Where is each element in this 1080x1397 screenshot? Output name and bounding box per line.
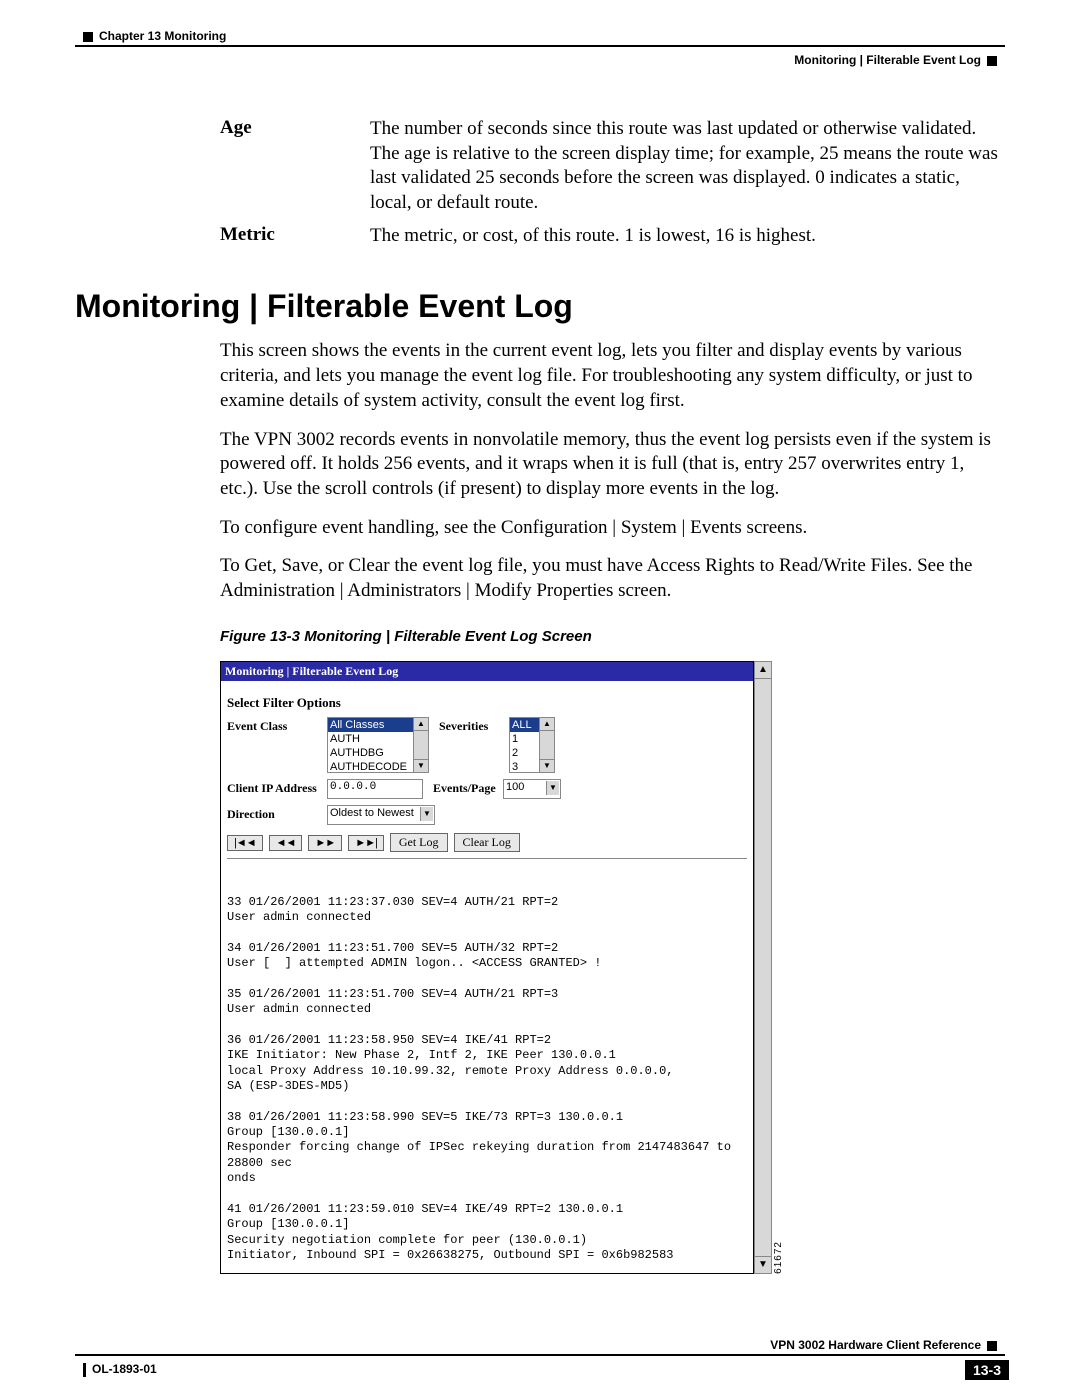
para-2: The VPN 3002 records events in nonvolati… (220, 428, 1005, 502)
label-severities: Severities (439, 717, 509, 734)
para-4: To Get, Save, or Clear the event log fil… (220, 554, 1005, 603)
footer-ol: OL-1893-01 (83, 1362, 157, 1377)
event-class-listbox[interactable]: All Classes AUTH AUTHDBG AUTHDECODE ▲▼ (327, 717, 429, 773)
page-number: 13-3 (965, 1360, 1009, 1380)
figure-caption: Figure 13-3 Monitoring | Filterable Even… (220, 628, 1005, 645)
desc-metric: The metric, or cost, of this route. 1 is… (370, 224, 1005, 249)
header-chapter: Chapter 13 Monitoring (83, 29, 226, 43)
para-3: To configure event handling, see the Con… (220, 516, 1005, 541)
desc-age: The number of seconds since this route w… (370, 117, 1005, 216)
last-page-button[interactable]: ►►| (348, 835, 384, 851)
events-page-select[interactable]: 100 (503, 779, 561, 799)
footer-doc-title: VPN 3002 Hardware Client Reference (770, 1338, 997, 1352)
event-log-output: 33 01/26/2001 11:23:37.030 SEV=4 AUTH/21… (227, 895, 747, 1264)
para-1: This screen shows the events in the curr… (220, 339, 1005, 413)
clear-log-button[interactable]: Clear Log (454, 833, 520, 852)
first-page-button[interactable]: |◄◄ (227, 835, 263, 851)
header-breadcrumb: Monitoring | Filterable Event Log (794, 53, 997, 67)
label-direction: Direction (227, 805, 327, 822)
filter-heading: Select Filter Options (227, 695, 747, 711)
label-client-ip: Client IP Address (227, 779, 327, 796)
screenshot-scrollbar[interactable]: ▲ ▼ (754, 661, 772, 1275)
label-events-page: Events/Page (433, 779, 503, 796)
term-metric: Metric (220, 224, 370, 249)
severities-listbox[interactable]: ALL 1 2 3 ▲▼ (509, 717, 555, 773)
get-log-button[interactable]: Get Log (390, 833, 448, 852)
scroll-down-icon[interactable]: ▼ (755, 1256, 771, 1273)
direction-select[interactable]: Oldest to Newest (327, 805, 435, 825)
label-event-class: Event Class (227, 717, 327, 734)
scroll-up-icon[interactable]: ▲ (755, 662, 771, 679)
next-page-button[interactable]: ►► (308, 835, 342, 851)
prev-page-button[interactable]: ◄◄ (269, 835, 303, 851)
screenshot-title: Monitoring | Filterable Event Log (221, 662, 753, 681)
client-ip-input[interactable]: 0.0.0.0 (327, 779, 423, 799)
term-age: Age (220, 117, 370, 216)
image-id: 61672 (773, 1241, 784, 1274)
section-title: Monitoring | Filterable Event Log (75, 288, 1005, 325)
